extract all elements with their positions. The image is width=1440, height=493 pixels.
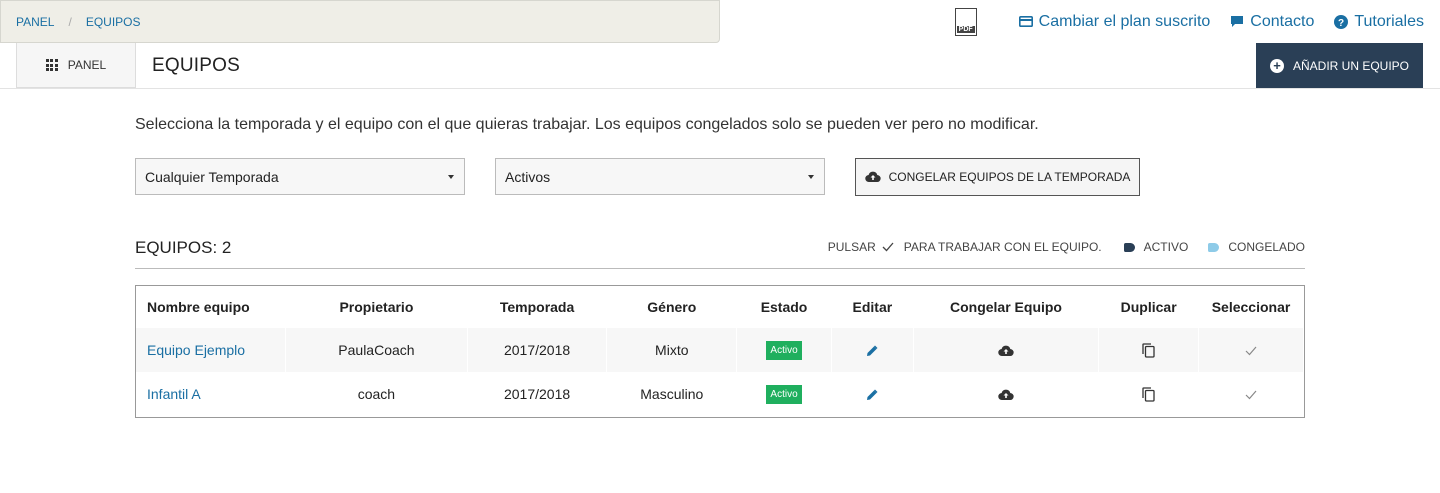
team-name-link[interactable]: Infantil A bbox=[147, 386, 201, 402]
check-icon[interactable] bbox=[1245, 346, 1257, 356]
season-select[interactable]: Cualquier Temporada bbox=[135, 158, 465, 195]
team-season: 2017/2018 bbox=[467, 372, 608, 416]
intro-text: Selecciona la temporada y el equipo con … bbox=[135, 116, 1039, 133]
check-icon[interactable] bbox=[1245, 390, 1257, 400]
tutorials-label: Tutoriales bbox=[1354, 12, 1424, 30]
col-header-owner: Propietario bbox=[339, 299, 414, 315]
contact-label: Contacto bbox=[1250, 12, 1315, 30]
table-header-row: Nombre equipo Propietario Temporada Géne… bbox=[136, 286, 1304, 328]
breadcrumb-separator: / bbox=[68, 14, 72, 29]
status-badge: Activo bbox=[766, 341, 802, 360]
page-title: EQUIPOS bbox=[152, 54, 240, 76]
copy-icon[interactable] bbox=[1142, 343, 1155, 359]
col-header-season: Temporada bbox=[499, 299, 575, 315]
add-team-button[interactable]: + AÑADIR UN EQUIPO bbox=[1256, 43, 1423, 88]
col-header-duplicate: Duplicar bbox=[1120, 299, 1177, 315]
col-header-edit: Editar bbox=[852, 299, 893, 315]
pencil-icon[interactable] bbox=[866, 345, 878, 357]
check-icon bbox=[882, 242, 894, 252]
cloud-upload-icon[interactable] bbox=[998, 345, 1014, 357]
breadcrumb-equipos[interactable]: EQUIPOS bbox=[86, 15, 141, 29]
plus-circle-icon: + bbox=[1269, 58, 1284, 73]
tutorials-link[interactable]: ? Tutoriales bbox=[1334, 13, 1424, 31]
pencil-icon[interactable] bbox=[866, 389, 878, 401]
teams-table: Nombre equipo Propietario Temporada Géne… bbox=[135, 285, 1305, 418]
teams-count: EQUIPOS: 2 bbox=[135, 238, 232, 257]
status-select[interactable]: Activos bbox=[495, 158, 825, 195]
teams-header: EQUIPOS: 2 PULSAR PARA TRABAJAR CON EL E… bbox=[135, 236, 1305, 269]
col-header-name: Nombre equipo bbox=[147, 299, 250, 315]
cloud-upload-icon bbox=[864, 171, 881, 183]
top-bar: PANEL / EQUIPOS PDF Cambiar el plan susc… bbox=[0, 0, 1440, 43]
sub-header: PANEL EQUIPOS + AÑADIR UN EQUIPO bbox=[0, 43, 1440, 89]
grid-icon bbox=[45, 59, 58, 71]
legend-active-label: ACTIVO bbox=[1143, 240, 1189, 254]
question-circle-icon: ? bbox=[1334, 14, 1349, 29]
legend: PULSAR PARA TRABAJAR CON EL EQUIPO. ACTI… bbox=[828, 240, 1305, 254]
team-gender: Mixto bbox=[606, 328, 738, 372]
team-gender: Masculino bbox=[606, 372, 738, 416]
pdf-icon-label: PDF bbox=[956, 25, 975, 33]
legend-pulsar: PULSAR bbox=[827, 240, 876, 254]
team-owner: coach bbox=[285, 372, 468, 416]
freeze-season-teams-button[interactable]: CONGELAR EQUIPOS DE LA TEMPORADA bbox=[855, 158, 1140, 196]
legend-work-text: PARA TRABAJAR CON EL EQUIPO. bbox=[903, 240, 1102, 254]
status-badge: Activo bbox=[766, 385, 802, 404]
svg-text:?: ? bbox=[1338, 18, 1344, 29]
change-plan-label: Cambiar el plan suscrito bbox=[1038, 12, 1211, 30]
table-row: Equipo Ejemplo PaulaCoach 2017/2018 Mixt… bbox=[136, 328, 1304, 372]
table-row: Infantil A coach 2017/2018 Masculino Act… bbox=[136, 372, 1304, 416]
col-header-freeze: Congelar Equipo bbox=[949, 299, 1062, 315]
pdf-icon[interactable]: PDF bbox=[954, 7, 977, 36]
tag-icon bbox=[1123, 242, 1135, 252]
freeze-button-label: CONGELAR EQUIPOS DE LA TEMPORADA bbox=[888, 170, 1131, 184]
legend-frozen: CONGELADO bbox=[1208, 240, 1305, 254]
team-owner: PaulaCoach bbox=[285, 328, 468, 372]
panel-button-label: PANEL bbox=[67, 58, 107, 72]
breadcrumb: PANEL / EQUIPOS bbox=[0, 0, 720, 43]
tag-icon bbox=[1208, 242, 1220, 252]
col-header-gender: Género bbox=[647, 299, 697, 315]
cloud-upload-icon[interactable] bbox=[998, 389, 1014, 401]
panel-button[interactable]: PANEL bbox=[16, 43, 136, 88]
credit-card-icon bbox=[1018, 16, 1033, 27]
season-select-value: Cualquier Temporada bbox=[145, 168, 279, 185]
change-plan-link[interactable]: Cambiar el plan suscrito bbox=[1018, 12, 1211, 31]
col-header-select: Seleccionar bbox=[1211, 299, 1291, 315]
team-season: 2017/2018 bbox=[467, 328, 608, 372]
chat-icon bbox=[1230, 15, 1244, 28]
legend-frozen-label: CONGELADO bbox=[1228, 240, 1305, 254]
legend-active: ACTIVO bbox=[1123, 240, 1189, 254]
top-links: PDF Cambiar el plan suscrito Contacto ? … bbox=[954, 0, 1424, 43]
contact-link[interactable]: Contacto bbox=[1230, 13, 1314, 31]
chevron-down-icon bbox=[808, 175, 814, 179]
col-header-status: Estado bbox=[760, 299, 808, 315]
add-team-label: AÑADIR UN EQUIPO bbox=[1292, 58, 1409, 73]
team-name-link[interactable]: Equipo Ejemplo bbox=[147, 342, 245, 358]
chevron-down-icon bbox=[448, 175, 454, 179]
breadcrumb-panel[interactable]: PANEL bbox=[16, 15, 54, 29]
status-select-value: Activos bbox=[505, 168, 551, 185]
copy-icon[interactable] bbox=[1142, 387, 1155, 403]
